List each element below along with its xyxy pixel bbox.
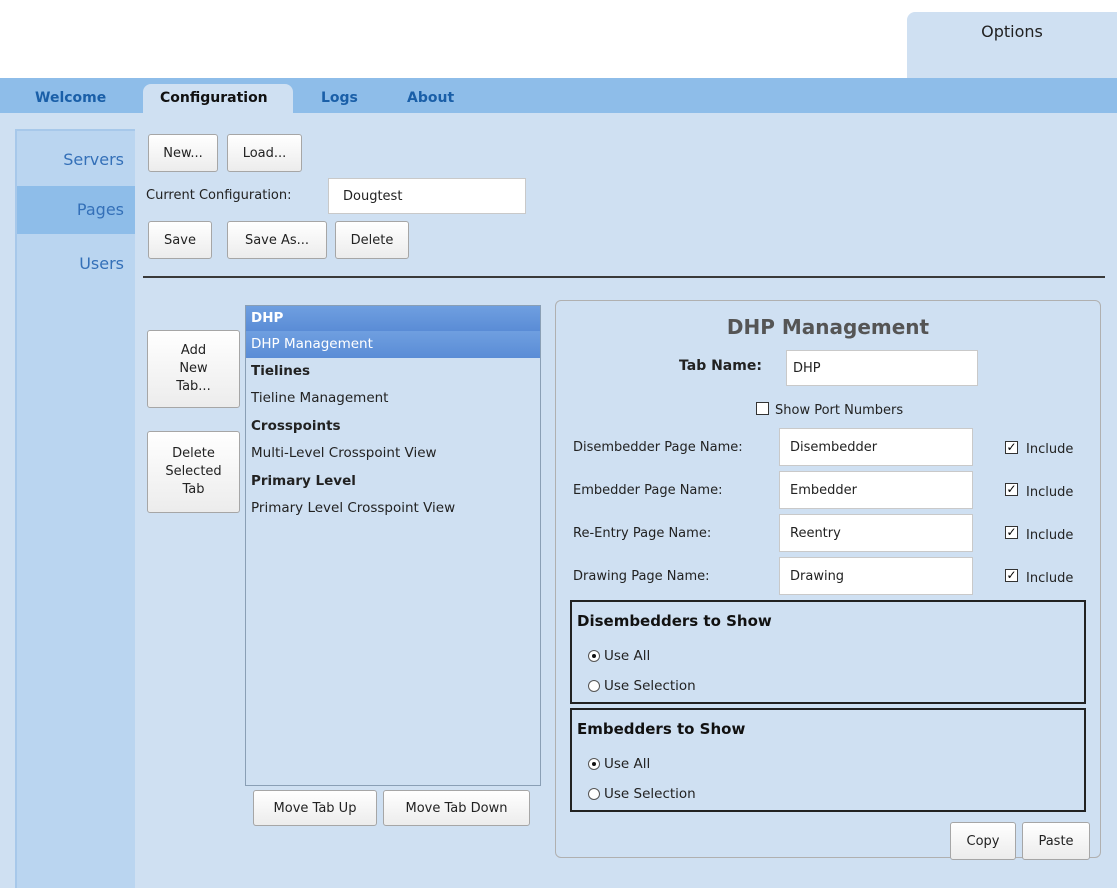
new-button[interactable]: New... <box>148 134 218 172</box>
add-new-tab-label-line3: Tab... <box>176 379 211 394</box>
embedders-to-show-group: Embedders to Show Use All Use Selection <box>570 708 1086 812</box>
embedder-include-label: Include <box>1026 485 1074 500</box>
move-tab-down-button[interactable]: Move Tab Down <box>383 790 530 826</box>
tab-list[interactable]: DHP DHP Management Tielines Tieline Mana… <box>245 305 541 786</box>
reentry-include-label: Include <box>1026 528 1074 543</box>
reentry-page-name-field[interactable]: Reentry <box>779 514 973 552</box>
tab-about[interactable]: About <box>407 84 454 113</box>
show-port-numbers-label: Show Port Numbers <box>775 403 904 418</box>
paste-button[interactable]: Paste <box>1022 822 1090 860</box>
tab-list-item-multi-level-crosspoint-view[interactable]: Multi-Level Crosspoint View <box>246 440 540 467</box>
load-button[interactable]: Load... <box>227 134 302 172</box>
drawing-include-label: Include <box>1026 571 1074 586</box>
add-new-tab-label-line2: New <box>179 361 208 376</box>
move-tab-up-button[interactable]: Move Tab Up <box>253 790 377 826</box>
current-configuration-label: Current Configuration: <box>146 188 292 203</box>
delete-button[interactable]: Delete <box>335 221 409 259</box>
embedder-page-name-label: Embedder Page Name: <box>573 483 723 498</box>
reentry-page-name-label: Re-Entry Page Name: <box>573 526 712 541</box>
panel-title: DHP Management <box>726 315 930 339</box>
current-configuration-field[interactable]: Dougtest <box>328 178 526 214</box>
embedders-use-selection-radio[interactable] <box>588 788 600 800</box>
disembedder-include-label: Include <box>1026 442 1074 457</box>
tab-list-item-dhp-management[interactable]: DHP Management <box>246 331 540 358</box>
embedders-use-all-option[interactable]: Use All <box>588 756 650 772</box>
disembedders-use-selection-label: Use Selection <box>604 678 696 694</box>
tab-list-group-primary-level[interactable]: Primary Level <box>246 469 540 494</box>
drawing-page-name-field[interactable]: Drawing <box>779 557 973 595</box>
disembedders-use-all-radio[interactable] <box>588 650 600 662</box>
disembedder-include-checkbox[interactable]: ✓ <box>1005 441 1018 454</box>
tab-list-group-dhp[interactable]: DHP <box>246 306 540 331</box>
tab-logs[interactable]: Logs <box>321 84 358 113</box>
copy-button[interactable]: Copy <box>950 822 1016 860</box>
delete-selected-tab-label-line2: Selected <box>165 464 222 479</box>
disembedders-use-all-option[interactable]: Use All <box>588 648 650 664</box>
disembedder-page-name-field[interactable]: Disembedder <box>779 428 973 466</box>
save-button[interactable]: Save <box>148 221 212 259</box>
drawing-include-checkbox[interactable]: ✓ <box>1005 569 1018 582</box>
options-tab[interactable]: Options <box>907 12 1117 78</box>
embedders-use-all-radio[interactable] <box>588 758 600 770</box>
tab-configuration[interactable]: Configuration <box>143 84 293 113</box>
disembedders-to-show-title: Disembedders to Show <box>577 612 772 630</box>
show-port-numbers-checkbox[interactable] <box>756 402 769 415</box>
disembedders-use-selection-option[interactable]: Use Selection <box>588 678 696 694</box>
embedders-to-show-title: Embedders to Show <box>577 720 746 738</box>
sidebar-item-servers[interactable]: Servers <box>17 136 135 184</box>
tab-list-group-crosspoints[interactable]: Crosspoints <box>246 414 540 439</box>
disembedders-use-selection-radio[interactable] <box>588 680 600 692</box>
save-as-button[interactable]: Save As... <box>227 221 327 259</box>
embedders-use-all-label: Use All <box>604 756 651 772</box>
sidebar-item-pages[interactable]: Pages <box>17 186 135 234</box>
tab-list-item-tieline-management[interactable]: Tieline Management <box>246 385 540 412</box>
disembedder-page-name-label: Disembedder Page Name: <box>573 440 743 455</box>
embedders-use-selection-option[interactable]: Use Selection <box>588 786 696 802</box>
add-new-tab-button[interactable]: Add New Tab... <box>147 330 240 408</box>
tab-welcome[interactable]: Welcome <box>35 84 106 113</box>
delete-selected-tab-label-line1: Delete <box>172 446 215 461</box>
disembedders-use-all-label: Use All <box>604 648 651 664</box>
embedder-page-name-field[interactable]: Embedder <box>779 471 973 509</box>
divider <box>143 276 1105 278</box>
tab-list-group-tielines[interactable]: Tielines <box>246 359 540 384</box>
disembedders-to-show-group: Disembedders to Show Use All Use Selecti… <box>570 600 1086 704</box>
tab-list-item-primary-level-crosspoint-view[interactable]: Primary Level Crosspoint View <box>246 495 540 522</box>
delete-selected-tab-button[interactable]: Delete Selected Tab <box>147 431 240 513</box>
delete-selected-tab-label-line3: Tab <box>182 482 205 497</box>
tab-name-label: Tab Name: <box>679 358 762 374</box>
tab-name-field[interactable]: DHP <box>786 350 978 386</box>
add-new-tab-label-line1: Add <box>180 343 207 358</box>
embedder-include-checkbox[interactable]: ✓ <box>1005 483 1018 496</box>
reentry-include-checkbox[interactable]: ✓ <box>1005 526 1018 539</box>
drawing-page-name-label: Drawing Page Name: <box>573 569 710 584</box>
embedders-use-selection-label: Use Selection <box>604 786 696 802</box>
sidebar-item-users[interactable]: Users <box>17 240 135 288</box>
